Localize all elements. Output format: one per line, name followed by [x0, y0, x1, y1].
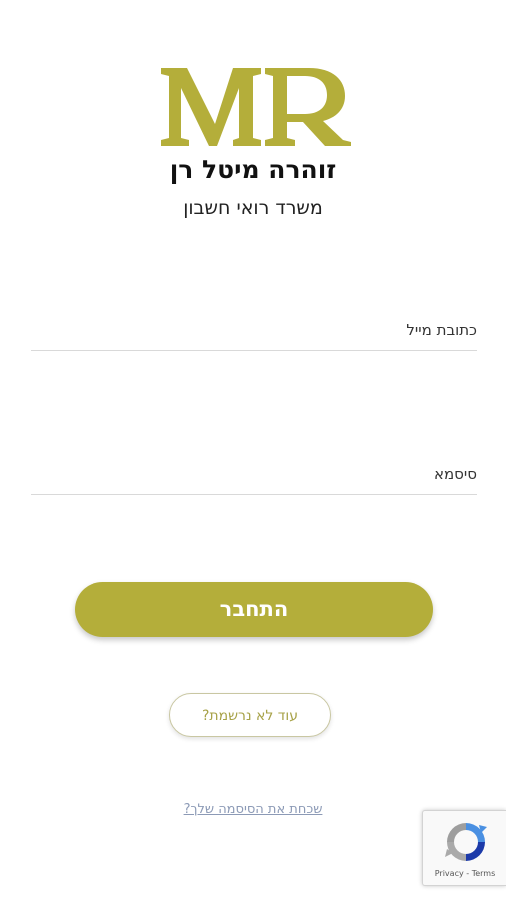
- mr-logo: [161, 68, 351, 146]
- password-field[interactable]: [31, 454, 477, 494]
- login-button[interactable]: התחבר: [75, 582, 433, 637]
- recaptcha-privacy-link[interactable]: Privacy: [435, 869, 464, 878]
- company-name: זוהרה מיטל רן: [169, 155, 337, 184]
- register-button[interactable]: עוד לא נרשמת?: [169, 693, 331, 737]
- email-field-wrapper: [31, 310, 477, 351]
- recaptcha-badge[interactable]: Privacy - Terms: [422, 810, 506, 886]
- company-subtitle: משרד רואי חשבון: [183, 197, 323, 219]
- recaptcha-links: Privacy - Terms: [423, 869, 506, 878]
- password-field-wrapper: [31, 454, 477, 495]
- recaptcha-icon: [445, 823, 487, 861]
- login-page: זוהרה מיטל רן משרד רואי חשבון התחבר עוד …: [0, 0, 506, 900]
- recaptcha-terms-link[interactable]: Terms: [472, 869, 496, 878]
- email-field[interactable]: [31, 310, 477, 350]
- recaptcha-separator: -: [463, 869, 472, 878]
